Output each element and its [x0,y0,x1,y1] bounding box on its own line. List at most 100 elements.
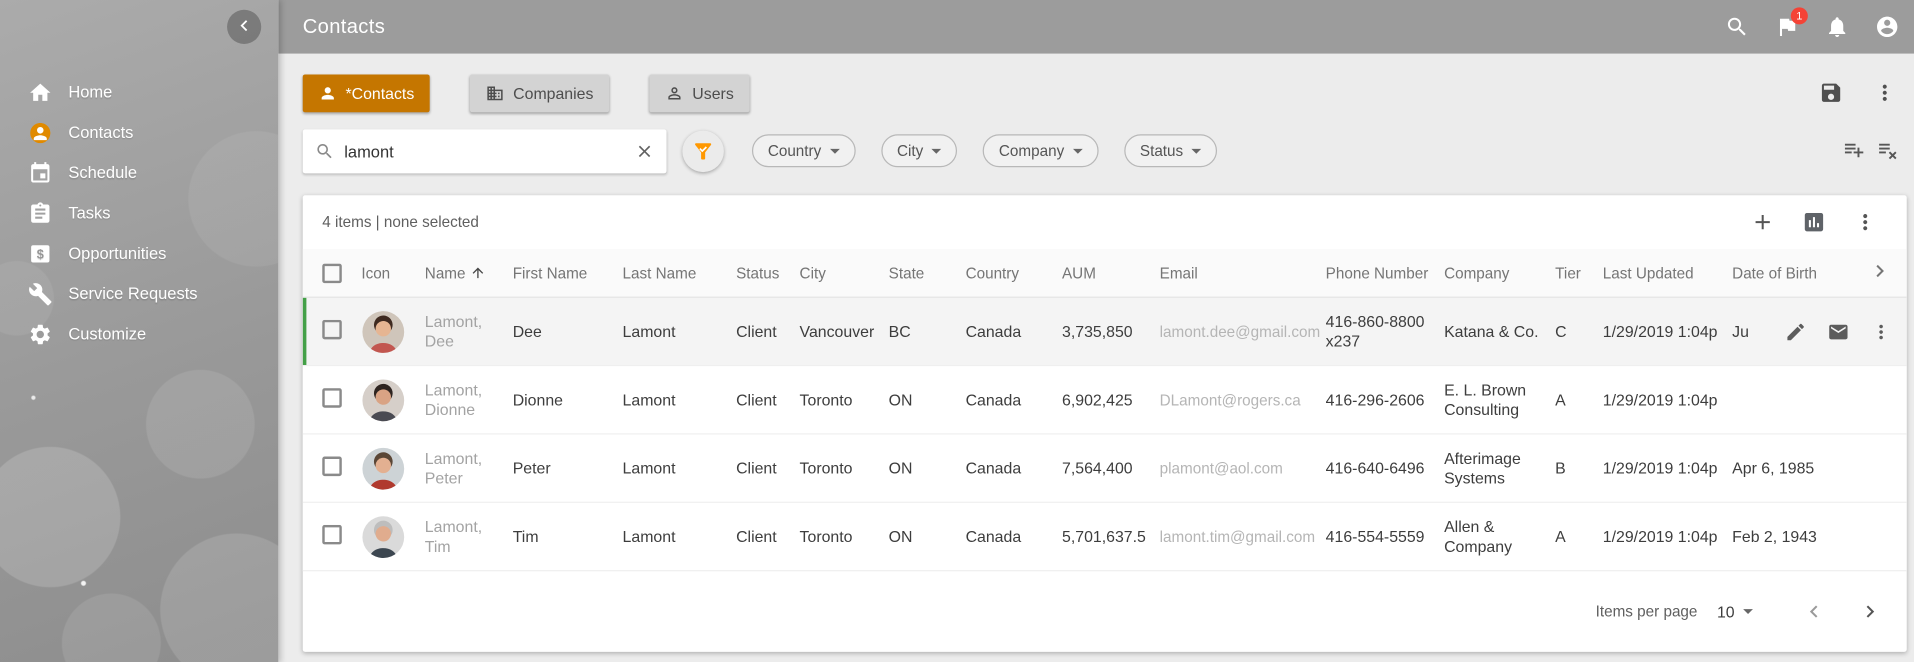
table-footer: Items per page 10 [303,571,1907,652]
cell-email: lamont.tim@gmail.com [1160,527,1326,547]
search-icon [315,142,335,162]
column-header-aum[interactable]: AUM [1062,264,1160,281]
column-header-last-updated[interactable]: Last Updated [1603,264,1732,281]
column-header-tier[interactable]: Tier [1555,264,1603,281]
clear-search-button[interactable] [635,142,655,162]
sidebar-item-tasks[interactable]: Tasks [0,193,278,233]
column-header-email[interactable]: Email [1160,264,1326,281]
close-icon [635,142,655,162]
column-header-city[interactable]: City [800,264,889,281]
page-size-select[interactable]: 10 [1717,602,1753,620]
row-checkbox[interactable] [322,388,342,408]
add-sort-button[interactable] [1842,138,1865,161]
sidebar-item-contacts[interactable]: Contacts [0,112,278,152]
row-hover-actions [1785,298,1892,365]
cell-phone: 416-860-8800 x237 [1326,312,1444,351]
add-contact-button[interactable] [1750,210,1774,234]
filter-chip-city[interactable]: City [881,134,957,167]
flag-badge: 1 [1791,7,1808,24]
email-contact-button[interactable] [1827,320,1849,342]
row-checkbox[interactable] [322,319,342,339]
previous-page-button[interactable] [1802,599,1826,623]
cell-name: Lamont, Dionne [425,380,513,419]
column-header-country[interactable]: Country [966,264,1062,281]
cell-status: Client [736,390,799,410]
column-header-first-name[interactable]: First Name [513,264,623,281]
row-checkbox[interactable] [322,524,342,544]
cell-last-name: Lamont [623,322,737,342]
column-header-name[interactable]: Name [425,264,513,281]
row-checkbox[interactable] [322,456,342,476]
save-view-button[interactable] [1819,81,1843,105]
entity-tabs: *Contacts Companies Users [303,74,750,112]
cell-email: lamont.dee@gmail.com [1160,322,1326,342]
sort-asc-icon [470,265,486,281]
filter-chip-country[interactable]: Country [752,134,855,167]
select-all-checkbox[interactable] [322,263,342,283]
sidebar-item-customize[interactable]: Customize [0,314,278,354]
column-header-status[interactable]: Status [736,264,799,281]
next-page-button[interactable] [1858,599,1882,623]
column-header-icon[interactable]: Icon [361,264,424,281]
sidebar-item-schedule[interactable]: Schedule [0,153,278,193]
scroll-columns-right-button[interactable] [1853,259,1907,287]
account-button[interactable] [1875,15,1899,39]
sidebar-item-home[interactable]: Home [0,72,278,112]
app: Home Contacts Sche [0,0,1914,662]
chip-label: Company [999,142,1064,159]
sidebar-item-label: Customize [68,325,146,343]
column-header-last-name[interactable]: Last Name [623,264,737,281]
sidebar-nav: Home Contacts Sche [0,72,278,354]
topbar-actions: 1 [1725,15,1914,39]
view-menu-button[interactable] [1873,81,1897,105]
sidebar-collapse-button[interactable] [227,10,261,44]
avatar [361,446,405,490]
chevron-down-icon [932,148,942,153]
search-input[interactable] [344,142,625,160]
tab-users[interactable]: Users [650,74,750,112]
tab-companies[interactable]: Companies [470,74,609,112]
filter-chip-company[interactable]: Company [983,134,1098,167]
filter-chip-status[interactable]: Status [1124,134,1217,167]
table-row[interactable]: Lamont, Dionne Dionne Lamont Client Toro… [303,366,1907,434]
account-circle-icon [1875,15,1899,39]
sidebar-item-opportunities[interactable]: $ Opportunities [0,233,278,273]
edit-contact-button[interactable] [1785,320,1807,342]
sidebar-item-service-requests[interactable]: Service Requests [0,273,278,313]
chevron-down-icon [1743,609,1753,614]
cell-email: plamont@aol.com [1160,458,1326,478]
filter-chips: Country City Company Status [752,134,1217,167]
table-header-row: Icon Name First Name Last Name Status Ci… [303,249,1907,298]
filter-button[interactable] [682,131,724,173]
page-size-value: 10 [1717,602,1735,620]
flags-button[interactable]: 1 [1775,15,1799,39]
playlist-add-icon [1842,138,1865,161]
table-row[interactable]: Lamont, Peter Peter Lamont Client Toront… [303,435,1907,503]
notifications-button[interactable] [1825,15,1849,39]
column-header-label: Name [425,264,466,281]
table-menu-button[interactable] [1853,210,1877,234]
cell-phone: 416-640-6496 [1326,458,1444,478]
table-row[interactable]: Lamont, Dee Dee Lamont Client Vancouver … [303,298,1907,366]
cell-last-name: Lamont [623,527,737,547]
column-header-state[interactable]: State [889,264,966,281]
tab-contacts[interactable]: *Contacts [303,74,430,112]
table-row[interactable]: Lamont, Tim Tim Lamont Client Toronto ON… [303,503,1907,571]
cell-name: Lamont, Tim [425,517,513,556]
sidebar: Home Contacts Sche [0,0,278,662]
contacts-table-card: 4 items | none selected Icon [303,195,1907,652]
column-header-company[interactable]: Company [1444,264,1555,281]
items-per-page-label: Items per page [1596,603,1698,620]
row-menu-button[interactable] [1870,320,1892,342]
insights-button[interactable] [1802,210,1826,234]
cell-aum: 7,564,400 [1062,458,1160,478]
global-search-button[interactable] [1725,15,1749,39]
cell-name: Lamont, Dee [425,312,513,351]
clear-sort-button[interactable] [1876,138,1899,161]
calendar-icon [28,161,52,185]
playlist-remove-icon [1876,138,1899,161]
column-header-dob[interactable]: Date of Birth [1732,264,1853,281]
cell-last-updated: 1/29/2019 1:04p [1603,390,1732,410]
column-header-phone[interactable]: Phone Number [1326,264,1444,281]
cell-city: Toronto [800,527,889,547]
